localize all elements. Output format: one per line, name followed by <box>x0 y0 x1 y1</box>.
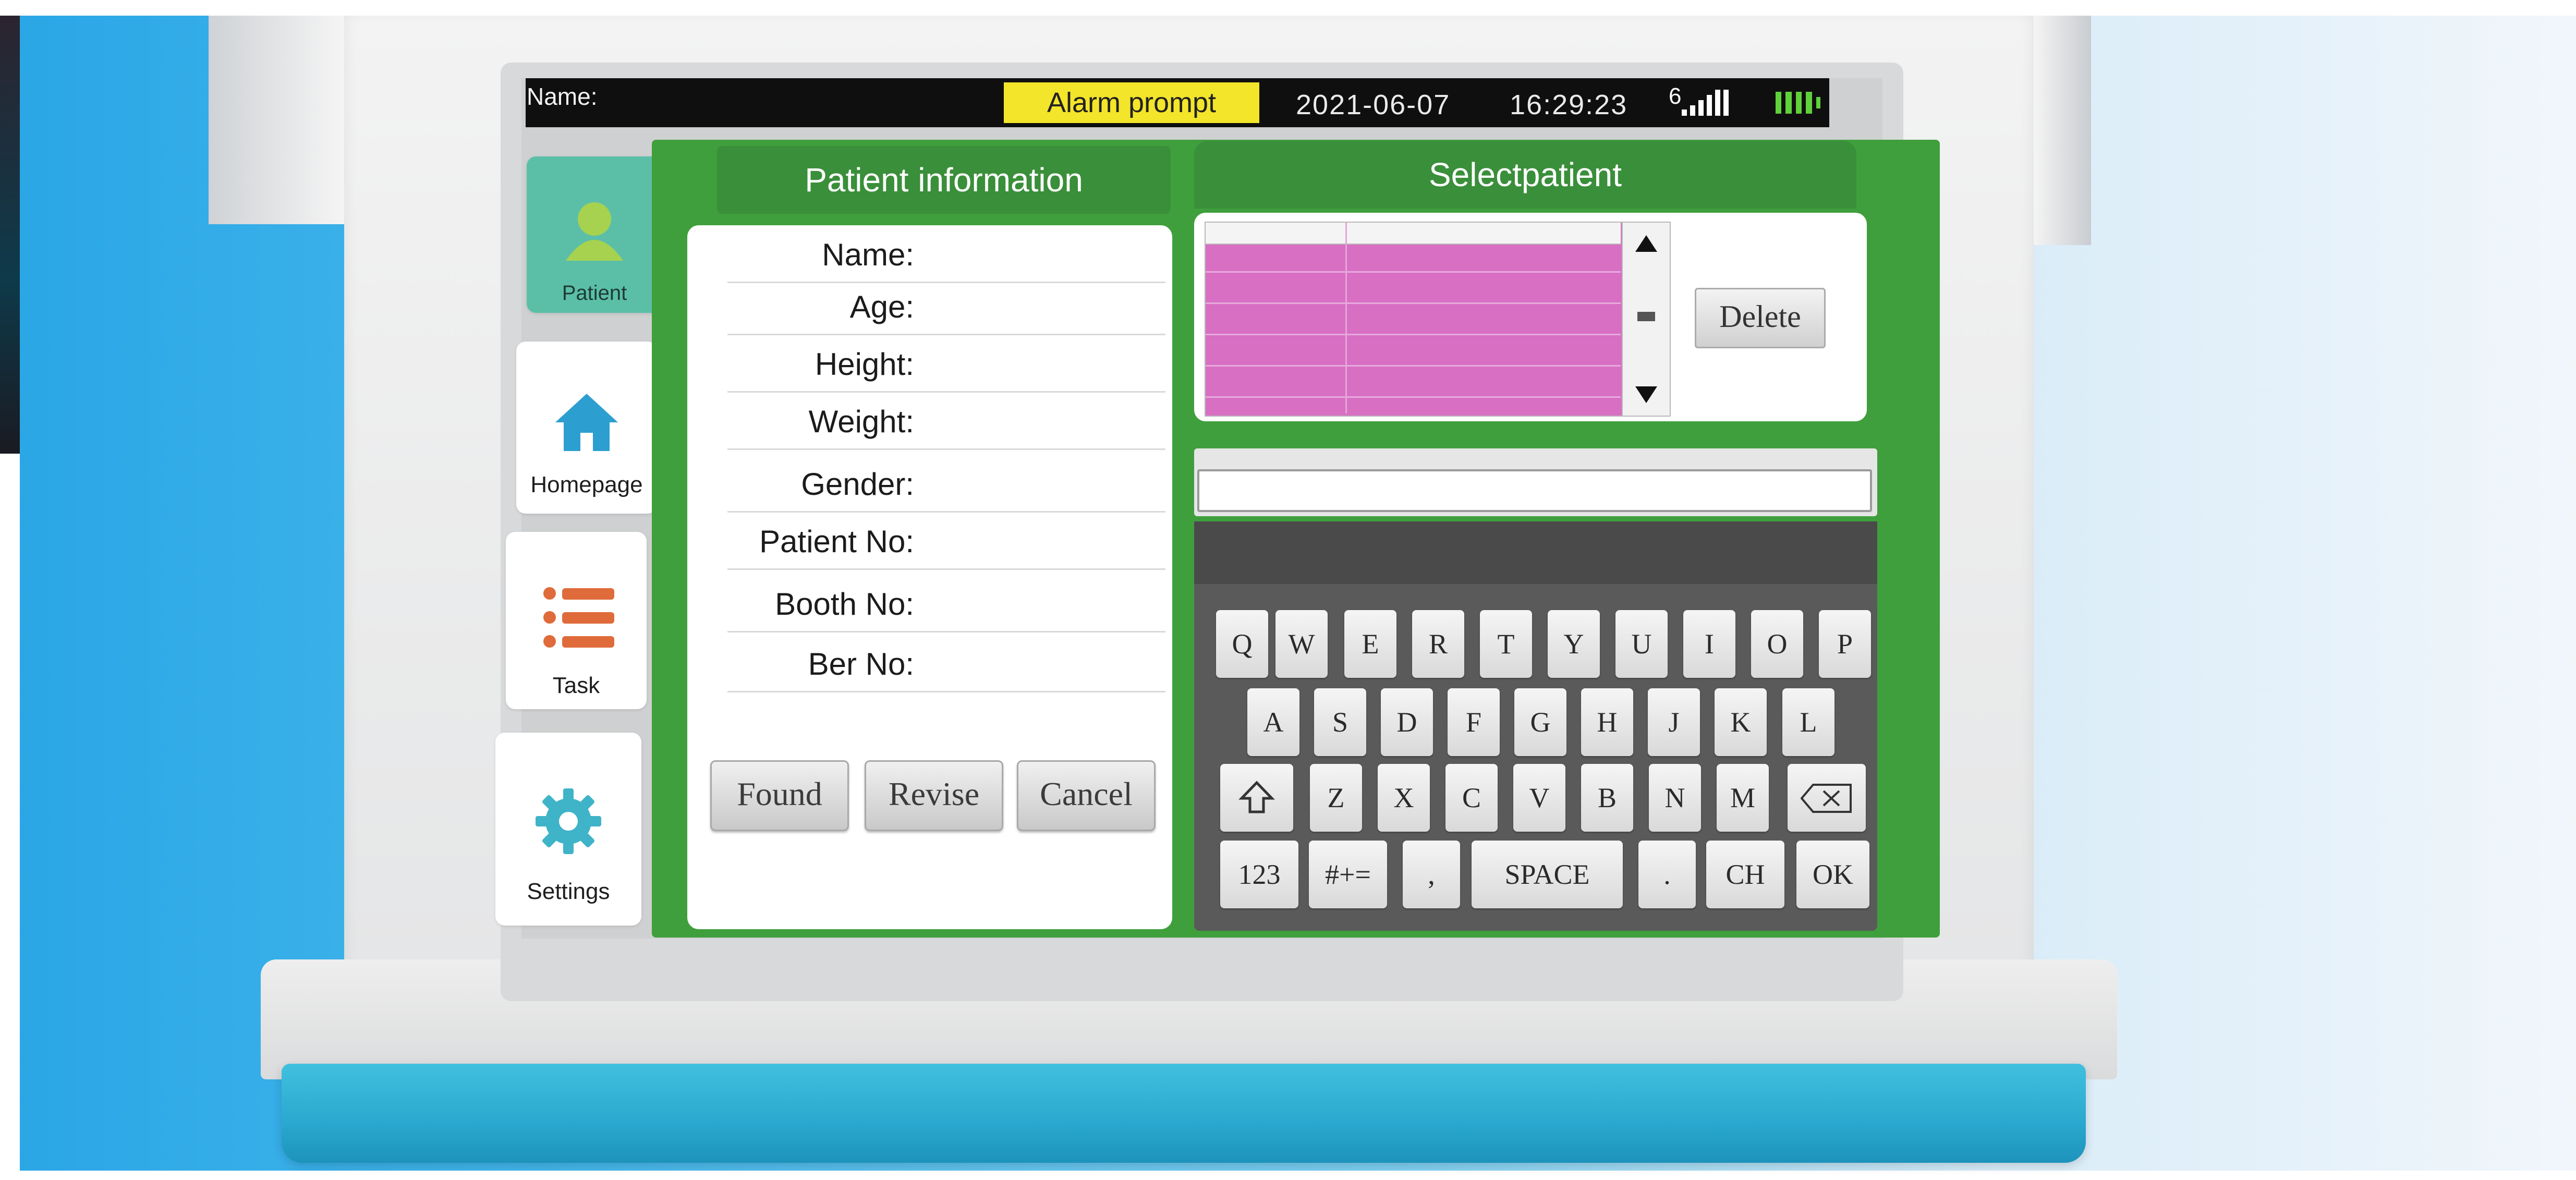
shift-icon <box>1238 781 1275 813</box>
field-label: Booth No: <box>775 587 914 622</box>
sidebar-item-label: Patient <box>562 282 627 305</box>
found-button[interactable]: Found <box>710 760 849 831</box>
key-f[interactable]: F <box>1448 688 1500 756</box>
sidebar-item-task[interactable]: Task <box>506 532 647 709</box>
backspace-icon <box>1800 784 1852 813</box>
sidebar-item-label: Settings <box>527 879 610 904</box>
field-label: Patient No: <box>759 524 914 559</box>
status-name-label: Name: <box>527 83 598 110</box>
select-patient-title: Selectpatient <box>1194 141 1856 209</box>
key-y[interactable]: Y <box>1548 610 1600 678</box>
key-t[interactable]: T <box>1480 610 1532 678</box>
status-date: 2021-06-07 <box>1296 89 1451 120</box>
table-row-divider <box>1206 302 1621 304</box>
field-label: Age: <box>849 289 914 324</box>
key-e[interactable]: E <box>1344 610 1396 678</box>
key-a[interactable]: A <box>1247 688 1299 756</box>
alarm-prompt[interactable]: Alarm prompt <box>1004 82 1259 123</box>
field-weight[interactable]: Weight: <box>727 396 1165 450</box>
table-scrollbar[interactable] <box>1622 222 1671 417</box>
table-row-divider <box>1206 271 1621 273</box>
field-label: Ber No: <box>808 647 914 682</box>
search-input[interactable] <box>1197 469 1872 512</box>
home-icon <box>555 394 618 451</box>
field-label: Name: <box>822 237 914 272</box>
key-q[interactable]: Q <box>1216 610 1268 678</box>
symbols-key[interactable]: #+= <box>1309 841 1387 908</box>
scroll-up-icon[interactable] <box>1633 233 1659 254</box>
space-key[interactable]: SPACE <box>1472 841 1623 908</box>
key-w[interactable]: W <box>1275 610 1328 678</box>
patient-list-table[interactable] <box>1205 222 1624 417</box>
key-v[interactable]: V <box>1513 764 1565 832</box>
sidebar-item-label: Task <box>552 673 600 698</box>
scroll-down-icon[interactable] <box>1633 384 1659 405</box>
device-base-strip <box>282 1064 2086 1163</box>
field-ber-no[interactable]: Ber No: <box>727 639 1165 692</box>
table-row-divider <box>1206 334 1621 335</box>
ok-key[interactable]: OK <box>1796 841 1869 908</box>
key-b[interactable]: B <box>1581 764 1633 832</box>
field-height[interactable]: Height: <box>727 339 1165 393</box>
sidebar-item-label: Homepage <box>530 472 643 497</box>
language-key[interactable]: CH <box>1706 841 1784 908</box>
table-divider <box>1345 223 1347 413</box>
field-label: Height: <box>815 347 914 382</box>
comma-key[interactable]: , <box>1403 841 1460 908</box>
person-icon <box>566 202 623 261</box>
field-age[interactable]: Age: <box>727 282 1165 335</box>
key-g[interactable]: G <box>1514 688 1566 756</box>
signal-number: 6 <box>1669 83 1682 109</box>
key-z[interactable]: Z <box>1310 764 1362 832</box>
numbers-key[interactable]: 123 <box>1220 841 1298 908</box>
patient-list-header <box>1206 223 1621 245</box>
backspace-key[interactable] <box>1788 764 1866 832</box>
key-r[interactable]: R <box>1412 610 1464 678</box>
key-k[interactable]: K <box>1715 688 1767 756</box>
key-h[interactable]: H <box>1581 688 1633 756</box>
delete-button[interactable]: Delete <box>1695 288 1826 348</box>
key-l[interactable]: L <box>1782 688 1834 756</box>
field-patient-no[interactable]: Patient No: <box>727 516 1165 570</box>
field-booth-no[interactable]: Booth No: <box>727 579 1165 632</box>
battery-icon <box>1776 90 1820 116</box>
cancel-button[interactable]: Cancel <box>1017 760 1156 831</box>
background-photo-edge <box>0 16 20 454</box>
patient-info-title: Patient information <box>717 146 1171 214</box>
key-n[interactable]: N <box>1649 764 1701 832</box>
sidebar-item-homepage[interactable]: Homepage <box>516 342 657 514</box>
sidebar-item-patient[interactable]: Patient <box>527 156 662 313</box>
key-s[interactable]: S <box>1314 688 1366 756</box>
shift-key[interactable] <box>1220 764 1293 832</box>
key-p[interactable]: P <box>1819 610 1871 678</box>
signal-strength-icon <box>1682 90 1729 116</box>
sidebar-item-settings[interactable]: Settings <box>495 733 641 926</box>
key-i[interactable]: I <box>1683 610 1735 678</box>
key-o[interactable]: O <box>1751 610 1803 678</box>
key-m[interactable]: M <box>1717 764 1769 832</box>
table-row-divider <box>1206 396 1621 398</box>
top-border <box>0 0 2576 16</box>
key-c[interactable]: C <box>1445 764 1498 832</box>
field-name[interactable]: Name: <box>727 229 1165 283</box>
key-u[interactable]: U <box>1615 610 1668 678</box>
bottom-border <box>0 1171 2576 1180</box>
key-d[interactable]: D <box>1381 688 1433 756</box>
scroll-thumb-icon[interactable] <box>1634 309 1658 324</box>
table-row-divider <box>1206 365 1621 367</box>
field-label: Weight: <box>808 404 914 439</box>
field-label: Gender: <box>801 467 914 502</box>
key-j[interactable]: J <box>1648 688 1700 756</box>
period-key[interactable]: . <box>1638 841 1696 908</box>
gear-icon <box>536 788 601 854</box>
revise-button[interactable]: Revise <box>865 760 1003 831</box>
status-time: 16:29:23 <box>1510 89 1628 120</box>
field-gender[interactable]: Gender: <box>727 459 1165 513</box>
keyboard-topbar <box>1194 521 1877 584</box>
key-x[interactable]: X <box>1378 764 1430 832</box>
list-icon <box>543 587 614 648</box>
